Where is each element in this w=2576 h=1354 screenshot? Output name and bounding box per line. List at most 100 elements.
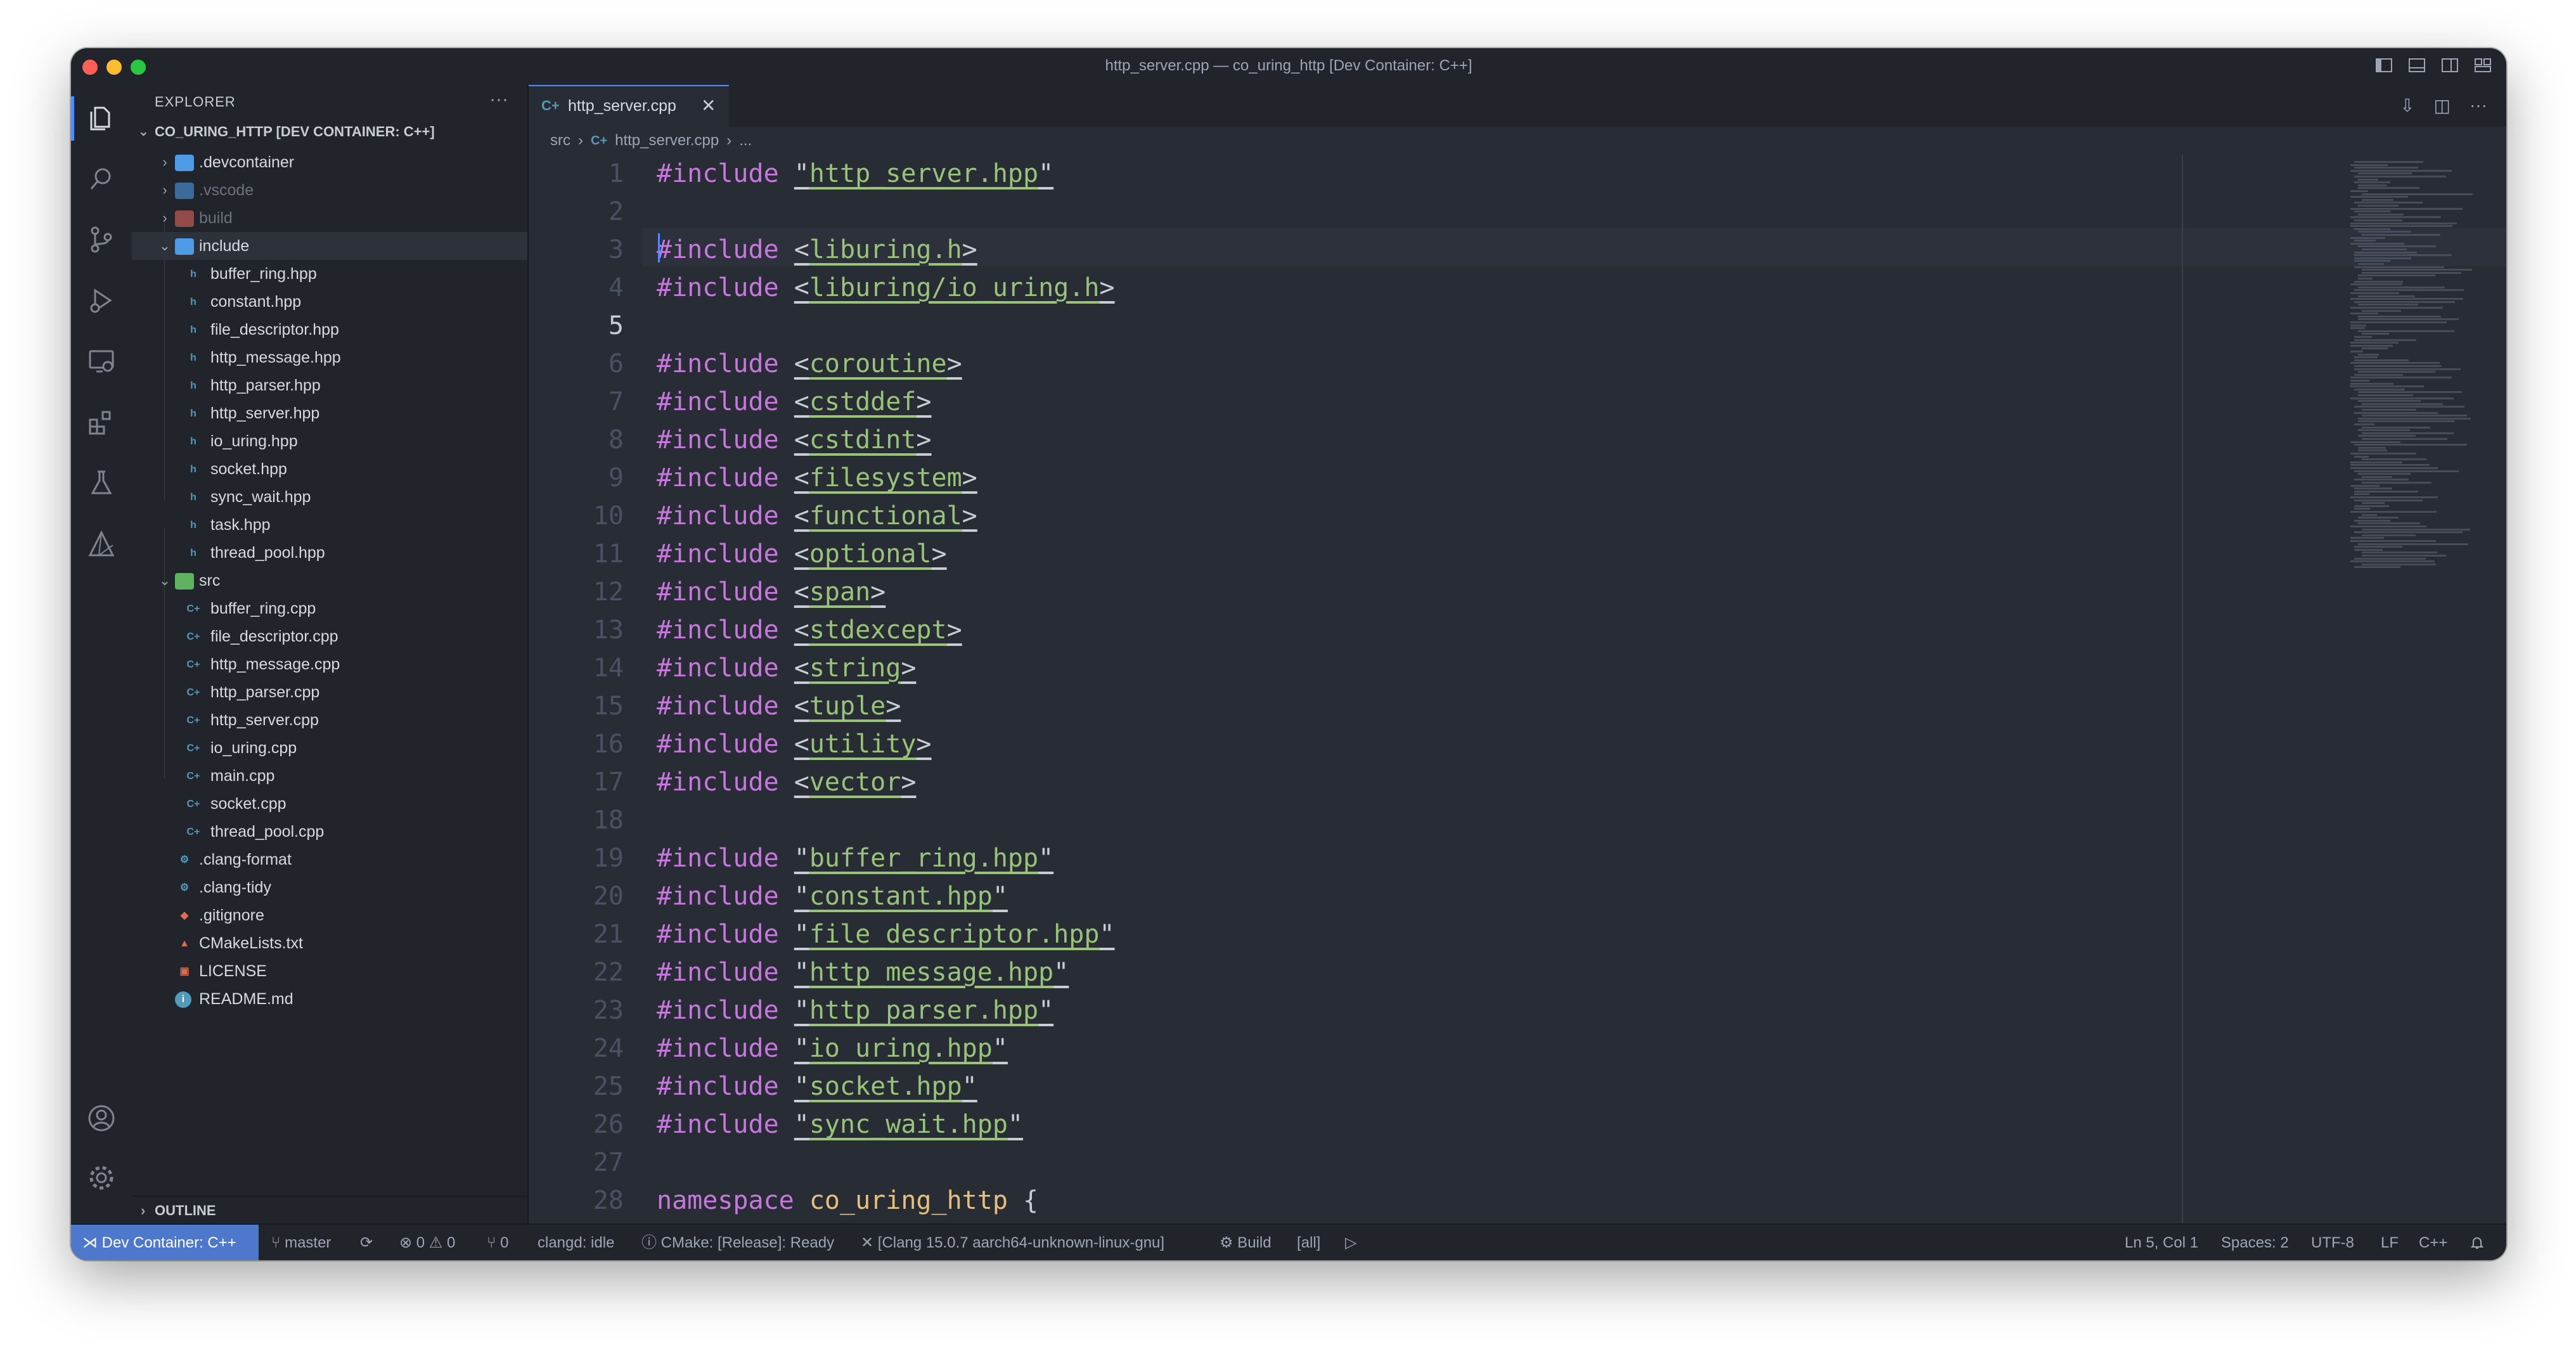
minimap[interactable] [2341,155,2506,1223]
tree-file[interactable]: h constant.hpp [132,288,527,316]
include-delimiter: " [962,1072,977,1101]
close-tab-icon[interactable]: ✕ [701,95,716,116]
include-path-link[interactable]: io_uring.hpp [809,1034,993,1063]
tree-file[interactable]: h buffer_ring.hpp [132,260,527,288]
include-path-link[interactable]: socket.hpp [809,1072,962,1101]
more-editor-actions-icon[interactable]: ··· [2470,95,2487,116]
breadcrumb-file[interactable]: http_server.cpp [615,132,719,150]
tree-file[interactable]: h file_descriptor.hpp [132,316,527,344]
explorer-icon[interactable] [86,103,117,133]
tree-file[interactable]: C+ main.cpp [132,762,527,790]
include-path-link[interactable]: coroutine [809,349,947,378]
split-editor-icon[interactable]: ◫ [2434,95,2450,116]
more-actions-icon[interactable]: ··· [489,89,508,110]
customize-layout-icon[interactable] [2473,56,2492,75]
include-path-link[interactable]: sync_wait.hpp [809,1110,1008,1139]
include-path-link[interactable]: utility [809,730,917,759]
include-path-link[interactable]: constant.hpp [809,882,993,911]
tree-file[interactable]: h sync_wait.hpp [132,483,527,511]
cursor-position[interactable]: Ln 5, Col 1 [2125,1225,2198,1260]
tree-file[interactable]: ⚙ .clang-tidy [132,874,527,901]
tree-file[interactable]: C+ socket.cpp [132,790,527,818]
tree-folder[interactable]: ⌄ src [132,567,527,595]
tree-file[interactable]: h socket.hpp [132,455,527,483]
tree-file[interactable]: i README.md [132,985,527,1013]
include-path-link[interactable]: span [809,577,870,607]
tree-file[interactable]: C+ http_message.cpp [132,650,527,678]
cmake-status[interactable]: ⓘ CMake: [Release]: Ready [641,1225,834,1260]
include-path-link[interactable]: liburing/io_uring.h [809,273,1100,302]
tree-file[interactable]: C+ file_descriptor.cpp [132,622,527,650]
cmake-icon[interactable] [86,529,117,559]
workspace-root-folder[interactable]: ⌄ CO_URING_HTTP [DEV CONTAINER: C++] [132,119,527,145]
source-control-icon[interactable] [86,224,117,255]
tree-file[interactable]: h io_uring.hpp [132,427,527,455]
include-path-link[interactable]: buffer_ring.hpp [809,844,1038,873]
sync-icon[interactable]: ⟳ [360,1225,373,1260]
include-path-link[interactable]: filesystem [809,463,962,493]
toggle-panel-icon[interactable] [2407,56,2426,75]
tree-file[interactable]: h http_server.hpp [132,399,527,427]
language-mode[interactable]: C++ [2419,1225,2447,1260]
settings-gear-icon[interactable] [86,1163,117,1193]
tree-folder[interactable]: › .devcontainer [132,148,527,176]
code-editor[interactable]: 1 #include "http_server.hpp" 2 3 #include <l… [529,155,2506,1223]
breadcrumb-folder[interactable]: src [550,132,570,150]
include-path-link[interactable]: string [809,654,901,683]
indentation[interactable]: Spaces: 2 [2221,1225,2289,1260]
open-changes-icon[interactable]: ⇩ [2400,95,2414,116]
cmake-run-icon[interactable]: ▷ [1345,1225,1356,1260]
toggle-primary-sidebar-icon[interactable] [2374,56,2393,75]
toggle-secondary-sidebar-icon[interactable] [2440,56,2459,75]
include-path-link[interactable]: tuple [809,692,886,721]
tree-file[interactable]: C+ http_server.cpp [132,706,527,734]
breadcrumb-symbols[interactable]: ... [739,132,752,150]
include-path-link[interactable]: liburing.h [809,235,962,264]
cmake-kit[interactable]: ✕ [Clang 15.0.7 aarch64-unknown-linux-gn… [861,1225,1164,1260]
include-path-link[interactable]: http_message.hpp [809,958,1053,987]
notifications-bell-icon[interactable] [2470,1225,2485,1260]
outline-section-header[interactable]: › OUTLINE [132,1196,527,1223]
tree-folder[interactable]: ⌄ include [132,232,527,260]
problems-indicator[interactable]: ⊗ 0 ⚠ 0 [399,1225,455,1260]
include-path-link[interactable]: cstddef [809,387,917,416]
include-path-link[interactable]: optional [809,539,932,569]
ports-indicator[interactable]: ⑂ 0 [487,1225,508,1260]
cmake-build-button[interactable]: ⚙ Build [1220,1225,1272,1260]
tree-file[interactable]: ▣ LICENSE [132,957,527,985]
tree-file[interactable]: ⚙ .clang-format [132,846,527,874]
tree-file[interactable]: C+ thread_pool.cpp [132,818,527,846]
testing-icon[interactable] [86,468,117,498]
include-path-link[interactable]: http_server.hpp [809,159,1038,188]
end-of-line[interactable]: LF [2381,1225,2399,1260]
tree-file[interactable]: h task.hpp [132,511,527,539]
tree-file[interactable]: ▲ CMakeLists.txt [132,929,527,957]
search-icon[interactable] [86,164,117,194]
extensions-icon[interactable] [86,407,117,437]
remote-indicator[interactable]: ⋊ Dev Container: C++ [71,1225,259,1260]
tree-file[interactable]: h thread_pool.hpp [132,539,527,567]
tree-file[interactable]: h http_parser.hpp [132,371,527,399]
git-branch[interactable]: ⑂ master [271,1225,331,1260]
encoding[interactable]: UTF-8 [2311,1225,2354,1260]
run-debug-icon[interactable] [86,285,117,316]
include-path-link[interactable]: vector [809,768,901,797]
tree-folder[interactable]: › build [132,204,527,232]
include-path-link[interactable]: http_parser.hpp [809,996,1038,1025]
remote-explorer-icon[interactable] [86,346,117,377]
minimap-line [2358,522,2420,525]
account-icon[interactable] [86,1103,117,1133]
tree-file[interactable]: ◆ .gitignore [132,901,527,929]
tree-folder[interactable]: › .vscode [132,176,527,204]
include-path-link[interactable]: file_descriptor.hpp [809,920,1100,949]
include-path-link[interactable]: functional [809,501,962,531]
tree-file[interactable]: C+ io_uring.cpp [132,734,527,762]
tree-file[interactable]: h http_message.hpp [132,344,527,371]
tab-http-server-cpp[interactable]: C+ http_server.cpp ✕ [529,85,729,127]
include-path-link[interactable]: cstdint [809,425,917,455]
tree-file[interactable]: C+ http_parser.cpp [132,678,527,706]
tree-file[interactable]: C+ buffer_ring.cpp [132,595,527,622]
cmake-target[interactable]: [all] [1297,1225,1320,1260]
clangd-status[interactable]: clangd: idle [538,1225,614,1260]
include-path-link[interactable]: stdexcept [809,616,947,645]
